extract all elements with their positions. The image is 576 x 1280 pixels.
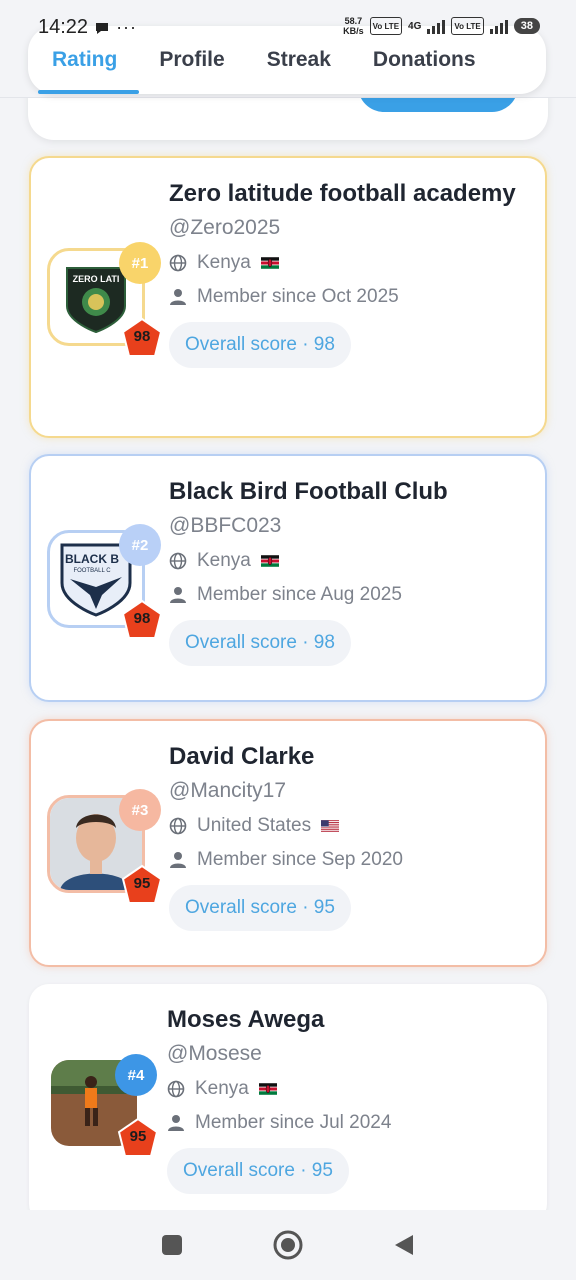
globe-icon: [169, 552, 187, 570]
leaderboard-card[interactable]: #4 95 Moses Awega @Mosese Kenya Member s…: [29, 984, 547, 1224]
network-speed: 58.7 KB/s: [343, 16, 364, 36]
svg-text:ZERO LATI: ZERO LATI: [73, 274, 120, 284]
player-handle: @Mancity17: [169, 779, 287, 802]
leaderboard-card[interactable]: BLACK B FOOTBALL C #2 98 Black Bird Foot…: [29, 454, 547, 702]
kenya-flag-icon: [260, 555, 279, 567]
kenya-flag-icon: [258, 1083, 277, 1095]
overall-score-pill: Overall score · 98: [169, 322, 351, 368]
leaderboard-card[interactable]: #3 95 David Clarke @Mancity17 United Sta…: [29, 719, 547, 967]
more-dots-icon: ···: [116, 17, 138, 37]
status-time: 14:22: [38, 16, 89, 38]
member-since: Member since Oct 2025: [197, 286, 399, 307]
svg-text:BLACK B: BLACK B: [65, 552, 119, 566]
member-since: Member since Aug 2025: [197, 584, 402, 605]
back-icon: [395, 1235, 413, 1255]
player-name: David Clarke: [169, 743, 315, 770]
battery-icon: 38: [513, 18, 540, 34]
system-nav-bar: [0, 1210, 576, 1280]
signal-icon-2: [489, 18, 508, 34]
score-shield: 98: [119, 598, 165, 644]
svg-text:FOOTBALL C: FOOTBALL C: [73, 568, 111, 574]
person-icon: [170, 852, 186, 868]
home-button[interactable]: [273, 1230, 303, 1260]
rank-badge: #1: [119, 242, 161, 284]
country-label: Kenya: [195, 1078, 249, 1099]
rank-badge: #4: [115, 1054, 157, 1096]
person-icon: [170, 587, 186, 603]
player-handle: @Zero2025: [169, 216, 281, 239]
stop-icon: [162, 1235, 182, 1255]
country-label: Kenya: [197, 550, 251, 571]
rank-badge: #3: [119, 789, 161, 831]
home-icon: [273, 1230, 303, 1260]
country-label: Kenya: [197, 252, 251, 273]
person-icon: [170, 289, 186, 305]
network-type: 4G: [408, 20, 422, 32]
leaderboard-card[interactable]: ZERO LATI #1 98 Zero latitude football a…: [29, 156, 547, 438]
member-since: Member since Sep 2020: [197, 849, 403, 870]
status-bar: 14:22 ··· 58.7 KB/s Vo LTE 4G Vo LTE 38: [0, 0, 576, 54]
message-icon: [96, 22, 109, 34]
member-since: Member since Jul 2024: [195, 1112, 392, 1133]
score-shield: 95: [119, 863, 165, 909]
volte-badge: Vo LTE: [369, 17, 403, 35]
overall-score-pill: Overall score · 95: [167, 1148, 349, 1194]
rank-badge: #2: [119, 524, 161, 566]
score-shield: 95: [115, 1116, 161, 1162]
country-label: United States: [197, 815, 312, 836]
recent-apps-button[interactable]: [157, 1230, 187, 1260]
globe-icon: [169, 254, 187, 272]
overall-score-pill: Overall score · 98: [169, 620, 351, 666]
kenya-flag-icon: [260, 257, 279, 269]
overall-score-pill: Overall score · 95: [169, 885, 351, 931]
back-button[interactable]: [389, 1230, 419, 1260]
player-name: Moses Awega: [167, 1006, 325, 1033]
player-name: Zero latitude football academy: [169, 180, 516, 207]
player-name: Black Bird Football Club: [169, 478, 448, 505]
player-handle: @Mosese: [167, 1042, 262, 1065]
globe-icon: [169, 817, 187, 835]
score-shield: 98: [119, 316, 165, 362]
usa-flag-icon: [321, 820, 340, 832]
person-icon: [168, 1115, 184, 1131]
volte-badge-2: Vo LTE: [451, 17, 484, 35]
signal-icon: [427, 18, 446, 34]
globe-icon: [167, 1080, 185, 1098]
player-handle: @BBFC023: [169, 514, 282, 537]
